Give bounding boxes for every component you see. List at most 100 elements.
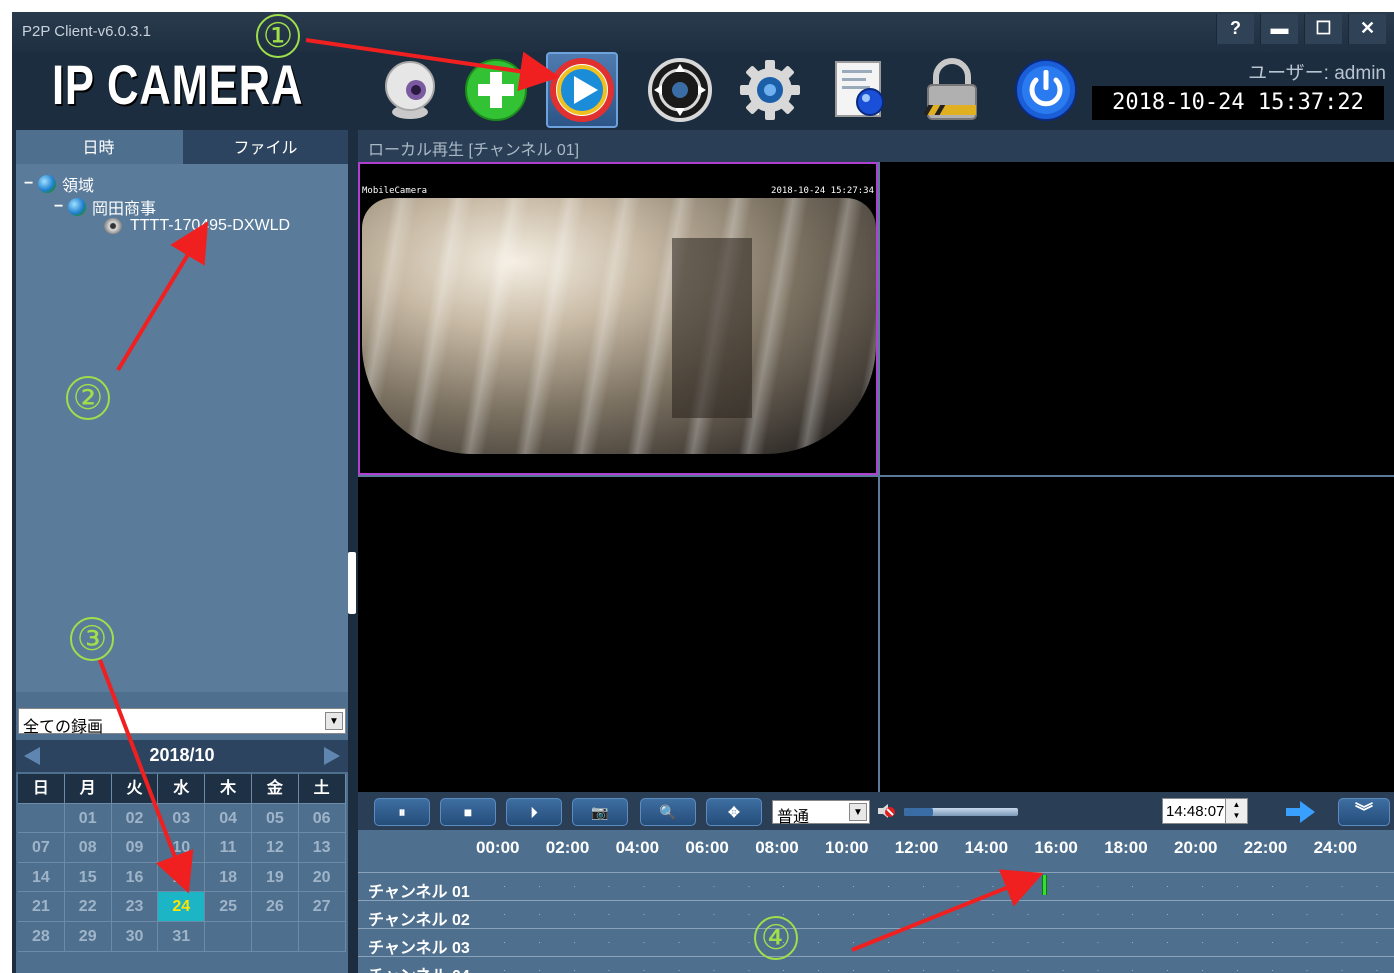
calendar-day[interactable]: 20 — [298, 862, 346, 893]
timeline-channel-row[interactable]: チャンネル 02 — [358, 900, 1394, 929]
title-bar: P2P Client-v6.0.3.1 ? ▬ ☐ ✕ — [12, 12, 1394, 52]
globe-icon — [38, 175, 56, 193]
zoom-button[interactable]: 🔍 — [640, 798, 696, 826]
time-spinner[interactable]: ▲ ▼ — [1225, 799, 1247, 823]
panel-collapse-handle[interactable] — [348, 552, 356, 614]
calendar-day[interactable]: 16 — [111, 862, 159, 893]
calendar-day[interactable]: 29 — [64, 921, 112, 952]
calendar-day[interactable]: 14 — [18, 862, 65, 893]
calendar-day[interactable]: 01 — [64, 803, 112, 834]
timeline-hour-label: 02:00 — [545, 838, 590, 857]
timeline-channel-row[interactable]: チャンネル 01 — [358, 872, 1394, 901]
video-cell-4[interactable] — [880, 477, 1394, 792]
calendar-day — [205, 921, 252, 952]
expand-button[interactable]: ︾ — [1338, 798, 1390, 826]
calendar-day[interactable]: 17 — [158, 862, 206, 893]
tree-node-root[interactable]: − 領域 — [24, 172, 94, 196]
help-button[interactable]: ? — [1216, 14, 1254, 44]
calendar-day[interactable]: 23 — [111, 892, 159, 922]
calendar-weekday: 水 — [158, 774, 206, 804]
calendar-day[interactable]: 06 — [298, 803, 346, 834]
time-input[interactable]: 14:48:07 ▲ ▼ — [1162, 798, 1248, 824]
lock-button[interactable] — [916, 52, 988, 128]
close-button[interactable]: ✕ — [1348, 14, 1386, 44]
dropdown-arrow-icon[interactable]: ▼ — [849, 803, 867, 821]
calendar-week-row: 14 15 16 17 18 19 20 — [18, 862, 346, 893]
speed-select[interactable]: 普通 ▼ — [772, 800, 870, 826]
minimize-button[interactable]: ▬ — [1260, 14, 1298, 44]
calendar-day[interactable]: 21 — [18, 892, 65, 922]
app-title: P2P Client-v6.0.3.1 — [22, 23, 151, 40]
volume-fill — [904, 808, 933, 816]
timeline-track — [504, 970, 1384, 971]
record-filter-value: 全ての録画 — [23, 719, 104, 736]
calendar-day[interactable]: 08 — [64, 833, 112, 863]
calendar-day[interactable]: 18 — [205, 862, 252, 893]
collapse-icon[interactable]: − — [54, 198, 68, 216]
maximize-button[interactable]: ☐ — [1304, 14, 1342, 44]
webcam-button[interactable] — [374, 52, 446, 128]
pause-button[interactable]: ⏸ — [374, 798, 430, 826]
calendar-day[interactable]: 02 — [111, 803, 159, 834]
calendar-day[interactable]: 12 — [251, 833, 299, 863]
calendar-day[interactable]: 13 — [298, 833, 346, 863]
go-arrow-icon[interactable] — [1284, 800, 1316, 824]
recording-marker[interactable] — [1042, 875, 1047, 895]
step-button[interactable]: ⏵ — [506, 798, 562, 826]
fullscreen-button[interactable]: ✥ — [706, 798, 762, 826]
calendar-day[interactable]: 05 — [251, 803, 299, 834]
calendar-day[interactable]: 07 — [18, 833, 65, 863]
timeline-hour-label: 10:00 — [825, 838, 869, 857]
timeline-hour-label: 14:00 — [964, 838, 1009, 857]
log-report-button[interactable] — [824, 52, 896, 128]
timeline-hour-label: 06:00 — [685, 838, 729, 857]
calendar-day-selected[interactable]: 24 — [158, 892, 206, 922]
volume-slider[interactable] — [904, 808, 1018, 816]
calendar-day[interactable]: 27 — [298, 892, 346, 922]
timeline-channel-row[interactable]: チャンネル 04 — [358, 956, 1394, 973]
calendar-day[interactable]: 25 — [205, 892, 252, 922]
video-cell-1[interactable]: MobileCamera 2018-10-24 15:27:34 — [358, 162, 878, 475]
calendar-day[interactable]: 19 — [251, 862, 299, 893]
ptz-button[interactable] — [644, 52, 716, 128]
snapshot-button[interactable]: 📷 — [572, 798, 628, 826]
calendar-day[interactable]: 26 — [251, 892, 299, 922]
annotation-number-4: ④ — [754, 916, 798, 960]
left-panel: 日時 ファイル − 領域 − 岡田商事 TTTT-170495-DXWLD 全て… — [16, 130, 348, 973]
collapse-icon[interactable]: − — [24, 175, 38, 193]
calendar-day[interactable]: 09 — [111, 833, 159, 863]
timeline-channel-row[interactable]: チャンネル 03 — [358, 928, 1394, 957]
calendar-day[interactable]: 22 — [64, 892, 112, 922]
tree-node-device[interactable]: TTTT-170495-DXWLD — [104, 217, 290, 235]
calendar-day — [298, 921, 346, 952]
globe-icon — [68, 198, 86, 216]
playback-title: ローカル再生 [チャンネル 01] — [368, 142, 580, 159]
mute-speaker-icon[interactable] — [876, 803, 898, 819]
calendar-day[interactable]: 04 — [205, 803, 252, 834]
calendar-day[interactable]: 31 — [158, 921, 206, 952]
record-filter-select[interactable]: 全ての録画 ▼ — [18, 708, 346, 736]
user-label: ユーザー: admin — [1248, 63, 1386, 84]
power-button[interactable] — [1010, 52, 1082, 128]
calendar-day[interactable]: 28 — [18, 921, 65, 952]
calendar-day[interactable]: 30 — [111, 921, 159, 952]
dropdown-arrow-icon[interactable]: ▼ — [325, 712, 343, 730]
next-month-icon[interactable] — [324, 747, 340, 765]
calendar-day[interactable]: 15 — [64, 862, 112, 893]
calendar-day[interactable]: 11 — [205, 833, 252, 863]
stop-button[interactable]: ■ — [440, 798, 496, 826]
playback-button[interactable] — [546, 52, 618, 128]
tab-datetime[interactable]: 日時 — [16, 130, 181, 164]
tree-node-label: TTTT-170495-DXWLD — [130, 217, 291, 234]
calendar-day[interactable]: 10 — [158, 833, 206, 863]
channel-label: チャンネル 04 — [368, 962, 470, 973]
power-icon — [1015, 59, 1077, 121]
calendar-day[interactable]: 03 — [158, 803, 206, 834]
video-cell-2[interactable] — [880, 162, 1394, 475]
add-device-button[interactable] — [460, 52, 532, 128]
video-cell-3[interactable] — [358, 477, 878, 792]
tab-file[interactable]: ファイル — [183, 130, 348, 164]
tree-node-group[interactable]: − 岡田商事 — [54, 195, 156, 219]
tree-node-label: 領域 — [62, 178, 95, 195]
settings-button[interactable] — [734, 52, 806, 128]
